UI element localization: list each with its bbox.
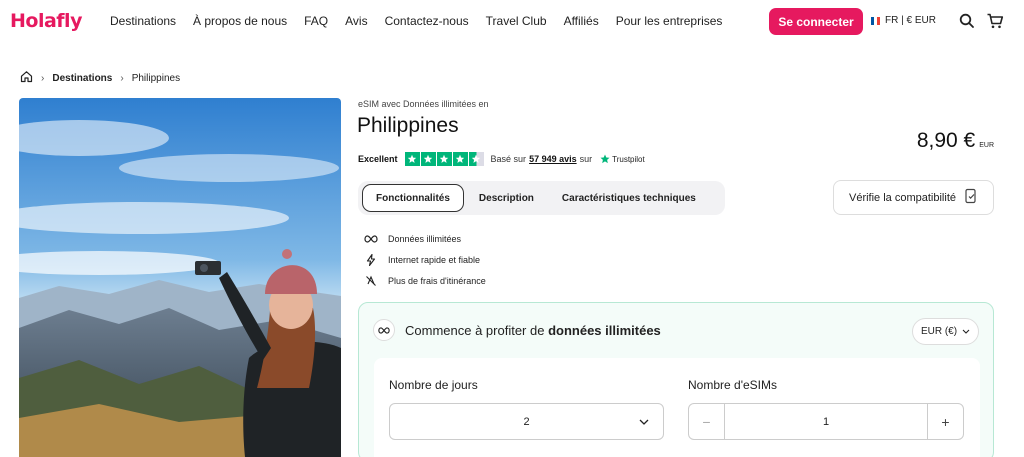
destination-photo <box>19 98 341 457</box>
top-header: Holafly Destinations À propos de nous FA… <box>0 0 1024 44</box>
esims-stepper: − 1 + <box>688 403 964 440</box>
nav-faq[interactable]: FAQ <box>304 14 328 28</box>
nav-reviews[interactable]: Avis <box>345 14 367 28</box>
price: 8,90 € EUR <box>917 129 994 153</box>
based-on-label: Basé sur <box>490 154 527 164</box>
feature-list: Données illimitées Internet rapide et fi… <box>364 228 486 291</box>
feature-item: Données illimitées <box>364 228 486 249</box>
feature-item: Plus de frais d'itinérance <box>364 270 486 291</box>
esims-value[interactable]: 1 <box>725 416 927 428</box>
language-selector[interactable]: FR | € EUR <box>871 15 936 26</box>
product-tabs: Fonctionnalités Description Caractéristi… <box>358 181 725 215</box>
feature-label: Plus de frais d'itinérance <box>388 275 486 286</box>
decrement-button[interactable]: − <box>689 404 725 439</box>
plan-heading: Commence à profiter de données illimitée… <box>373 319 661 341</box>
product-subtitle: eSIM avec Données illimitées en <box>358 99 489 109</box>
half-star-icon <box>468 152 484 166</box>
on-label: sur <box>579 154 593 164</box>
price-currency: EUR <box>979 142 994 149</box>
increment-button[interactable]: + <box>927 404 963 439</box>
search-icon[interactable] <box>958 12 976 30</box>
currency-select[interactable]: EUR (€) <box>912 318 979 345</box>
tab-features[interactable]: Fonctionnalités <box>362 184 464 212</box>
star-icon <box>436 152 452 166</box>
esims-label: Nombre d'eSIMs <box>688 378 777 392</box>
login-button[interactable]: Se connecter <box>769 8 863 35</box>
days-select[interactable]: 2 <box>389 403 664 440</box>
language-label: FR | € EUR <box>885 15 936 26</box>
chevron-right-icon: › <box>41 72 45 84</box>
price-value: 8,90 € <box>916 129 976 152</box>
trustpilot-label: Trustpilot <box>612 154 645 164</box>
rating-label: Excellent <box>358 154 398 164</box>
page-title: Philippines <box>357 114 459 137</box>
tab-description[interactable]: Description <box>466 184 547 212</box>
home-icon[interactable] <box>20 70 33 86</box>
main-nav: Destinations À propos de nous FAQ Avis C… <box>110 14 739 28</box>
lightning-icon <box>364 253 378 266</box>
plan-heading-prefix: Commence à profiter de <box>405 322 545 338</box>
star-icon <box>420 152 436 166</box>
holafly-logo[interactable]: Holafly <box>10 10 82 32</box>
tab-technical-specs[interactable]: Caractéristiques techniques <box>549 184 709 212</box>
days-label: Nombre de jours <box>389 378 478 392</box>
logo-text: Holafly <box>10 10 82 32</box>
nav-about[interactable]: À propos de nous <box>193 14 287 28</box>
feature-item: Internet rapide et fiable <box>364 249 486 270</box>
cart-icon[interactable] <box>986 12 1004 30</box>
infinity-icon <box>364 234 378 243</box>
nav-contact[interactable]: Contactez-nous <box>385 14 469 28</box>
no-roaming-icon <box>364 275 378 287</box>
feature-label: Données illimitées <box>388 233 462 244</box>
plan-options: Nombre de jours Nombre d'eSIMs 2 − 1 + <box>374 358 980 457</box>
trustpilot-logo[interactable]: Trustpilot <box>600 154 645 164</box>
chevron-down-icon <box>962 326 970 337</box>
nav-business[interactable]: Pour les entreprises <box>616 14 723 28</box>
currency-value: EUR (€) <box>920 326 958 337</box>
days-value: 2 <box>523 415 530 428</box>
check-compatibility-button[interactable]: Vérifie la compatibilité <box>833 180 994 215</box>
breadcrumb-destinations[interactable]: Destinations <box>52 73 112 84</box>
star-icon <box>452 152 468 166</box>
nav-affiliates[interactable]: Affiliés <box>564 14 599 28</box>
feature-label: Internet rapide et fiable <box>388 254 481 265</box>
compat-label: Vérifie la compatibilité <box>849 191 956 204</box>
france-flag-icon <box>871 16 880 25</box>
rating-stars <box>404 152 484 166</box>
trustpilot-star-icon <box>600 154 610 164</box>
nav-travel-club[interactable]: Travel Club <box>486 14 547 28</box>
chevron-right-icon: › <box>120 72 124 84</box>
chevron-down-icon <box>639 416 649 428</box>
phone-check-icon <box>964 188 978 207</box>
breadcrumb: › Destinations › Philippines <box>20 70 180 86</box>
review-count-link[interactable]: 57 949 avis <box>529 154 577 164</box>
trustpilot-rating: Excellent Basé sur 57 949 avis sur Trust… <box>358 152 645 166</box>
plan-heading-bold: données illimitées <box>548 322 661 338</box>
breadcrumb-current: Philippines <box>131 72 181 84</box>
star-icon <box>404 152 420 166</box>
plan-selector-card: Commence à profiter de données illimitée… <box>358 302 994 457</box>
infinity-icon <box>373 319 395 341</box>
nav-destinations[interactable]: Destinations <box>110 14 176 28</box>
